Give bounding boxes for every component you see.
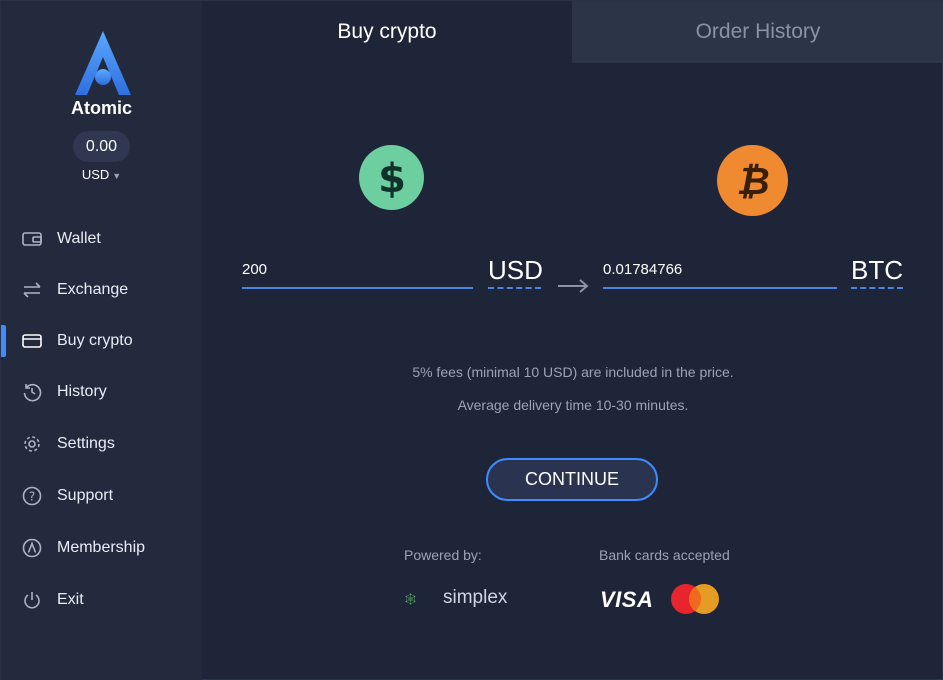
svg-text:?: ?: [29, 490, 35, 504]
card-icon: [21, 330, 43, 352]
exchange-icon: [21, 279, 43, 301]
sidebar-item-label: Membership: [57, 539, 146, 556]
sidebar-item-buy-crypto[interactable]: Buy crypto: [1, 321, 202, 361]
svg-text:₿: ₿: [736, 159, 769, 203]
to-currency-selector[interactable]: BTC: [851, 255, 903, 289]
sidebar-item-history[interactable]: History: [1, 372, 202, 412]
sidebar-item-exchange[interactable]: Exchange: [1, 270, 202, 310]
fees-info: 5% fees (minimal 10 USD) are included in…: [412, 364, 734, 380]
simplex-logo-icon: [405, 593, 416, 605]
gear-icon: [21, 433, 43, 455]
help-icon: ?: [21, 485, 43, 507]
sidebar-item-wallet[interactable]: Wallet: [1, 219, 202, 259]
caret-down-icon: ▼: [112, 171, 122, 181]
power-icon: [21, 589, 43, 611]
usd-amount-input[interactable]: [242, 259, 473, 289]
wallet-icon: [21, 228, 43, 250]
btc-coin-icon: ₿: [717, 145, 788, 216]
sidebar-item-membership[interactable]: Membership: [1, 528, 202, 568]
sidebar-item-label: Support: [57, 487, 114, 504]
arrow-right-icon: [558, 279, 589, 293]
continue-button[interactable]: CONTINUE: [486, 458, 658, 501]
btc-amount-input[interactable]: [603, 259, 837, 289]
tab-order-history[interactable]: Order History: [572, 1, 943, 63]
currency-label: USD: [81, 167, 110, 182]
sidebar-item-settings[interactable]: Settings: [1, 424, 202, 464]
sidebar-item-label: Exit: [57, 591, 84, 608]
app-window: Atomic 0.00 USD ▼ Wallet Exchange Buy cry…: [0, 0, 943, 680]
usd-coin-icon: $: [359, 145, 424, 210]
balance-display: 0.00: [73, 131, 130, 162]
atomic-icon: [21, 537, 43, 559]
sidebar-item-label: Wallet: [57, 230, 101, 247]
sidebar-item-label: Buy crypto: [57, 332, 133, 349]
visa-logo: VISA: [600, 587, 654, 612]
atomic-logo-icon: [75, 31, 131, 95]
sidebar-item-exit[interactable]: Exit: [1, 580, 202, 620]
sidebar-item-label: Exchange: [57, 281, 129, 298]
sidebar: Atomic 0.00 USD ▼ Wallet Exchange Buy cry…: [1, 1, 202, 680]
delivery-info: Average delivery time 10-30 minutes.: [457, 397, 689, 413]
brand-name: Atomic: [70, 98, 132, 118]
currency-selector[interactable]: USD ▼: [1, 167, 202, 182]
mastercard-logo-icon: [671, 584, 719, 614]
bank-cards-label: Bank cards accepted: [599, 547, 730, 563]
from-currency-selector[interactable]: USD: [488, 255, 543, 289]
tab-buy-crypto[interactable]: Buy crypto: [202, 1, 572, 63]
sidebar-item-support[interactable]: ? Support: [1, 476, 202, 516]
svg-text:$: $: [378, 156, 406, 200]
sidebar-item-label: Settings: [57, 435, 115, 452]
sidebar-item-label: History: [57, 383, 107, 400]
simplex-brand: simplex: [443, 587, 508, 608]
powered-by-label: Powered by:: [404, 547, 482, 563]
history-icon: [21, 381, 43, 403]
